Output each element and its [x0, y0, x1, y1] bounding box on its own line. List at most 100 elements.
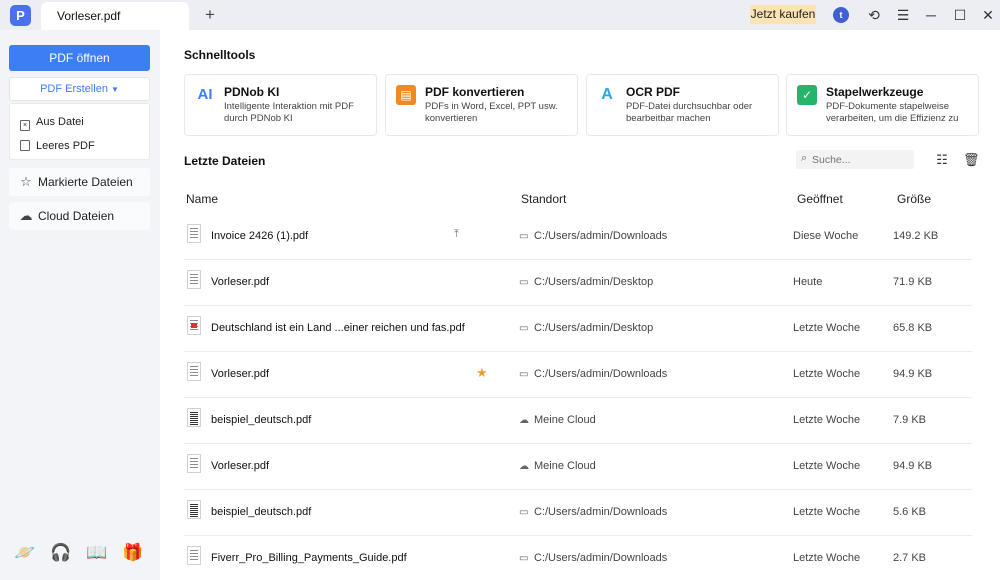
maximize-icon[interactable]: ☐ [950, 5, 970, 25]
file-size: 71.9 KB [893, 276, 933, 288]
blank-page-icon [20, 140, 30, 151]
file-size: 2.7 KB [893, 552, 927, 564]
sidebar-item-marked-files[interactable]: ☆ Markierte Dateien [9, 168, 150, 196]
caret-down-icon: ▼ [111, 85, 119, 94]
tool-card-pdnob-ki[interactable]: AI PDNob KI Intelligente Interaktion mit… [184, 74, 377, 136]
menu-item-blank-pdf[interactable]: Leeres PDF [20, 138, 95, 154]
table-row[interactable]: Vorleser.pdf ☁ Meine Cloud Letzte Woche 94.9… [184, 444, 972, 490]
tool-card-convert[interactable]: ▤ PDF konvertieren PDFs in Word, Excel, … [385, 74, 578, 136]
list-view-icon[interactable]: ☷ [934, 152, 950, 168]
cloud-icon: ☁ [519, 461, 529, 472]
file-location-text: Meine Cloud [534, 414, 596, 426]
file-name: Vorleser.pdf [211, 460, 270, 472]
column-header-location[interactable]: Standort [521, 192, 566, 206]
file-name: Vorleser.pdf [211, 368, 270, 380]
planet-icon[interactable]: 🪐 [14, 542, 36, 564]
new-tab-button[interactable]: + [201, 5, 219, 25]
tool-name: Stapelwerkzeuge [826, 85, 924, 99]
file-location-text: C:/Users/admin/Downloads [534, 552, 668, 564]
refresh-icon[interactable]: ⟲ [864, 5, 884, 25]
title-bar: P Vorleser.pdf + Jetzt kaufen t ⟲ ☰ ─ ☐ … [0, 0, 1000, 30]
pdf-file-icon [187, 408, 201, 427]
column-header-name[interactable]: Name [186, 192, 218, 206]
folder-icon: ▭ [519, 369, 529, 380]
create-pdf-label: PDF Erstellen [40, 83, 108, 95]
file-icon: × [20, 120, 30, 131]
pdnob-logo-icon[interactable]: P [10, 5, 31, 26]
search-input[interactable] [812, 152, 908, 167]
table-row[interactable]: beispiel_deutsch.pdf ☁ Meine Cloud Letzte W… [184, 398, 972, 444]
file-location-text: C:/Users/admin/Desktop [534, 322, 654, 334]
file-opened: Diese Woche [793, 230, 859, 242]
create-pdf-menu: × Aus Datei Leeres PDF [9, 103, 150, 160]
file-size: 7.9 KB [893, 414, 927, 426]
cloud-icon: ☁ [19, 208, 33, 223]
pin-icon[interactable]: ⤒ [454, 228, 459, 241]
create-pdf-dropdown[interactable]: PDF Erstellen ▼ [9, 77, 150, 101]
folder-icon: ▭ [519, 277, 529, 288]
file-opened: Letzte Woche [793, 552, 861, 564]
menu-item-from-file[interactable]: × Aus Datei [20, 114, 84, 131]
file-name: Invoice 2426 (1).pdf [211, 230, 309, 242]
file-location: ▭ C:/Users/admin/Downloads [519, 230, 667, 242]
table-row[interactable]: Vorleser.pdf ▭ C:/Users/admin/Desktop Heute… [184, 260, 972, 306]
gift-icon[interactable]: 🎁 [122, 542, 144, 564]
file-name: beispiel_deutsch.pdf [211, 506, 312, 518]
buy-now-button[interactable]: Jetzt kaufen [750, 5, 816, 24]
file-size: 149.2 KB [893, 230, 939, 242]
file-location: ▭ C:/Users/admin/Downloads [519, 368, 667, 380]
pdf-file-icon [187, 546, 201, 565]
file-size: 65.8 KB [893, 322, 933, 334]
menu-item-label: Leeres PDF [36, 140, 95, 152]
file-location: ☁ Meine Cloud [519, 414, 596, 426]
minimize-icon[interactable]: ─ [921, 5, 941, 25]
tool-desc: PDFs in Word, Excel, PPT usw. konvertier… [425, 101, 558, 124]
sidebar: PDF öffnen PDF Erstellen ▼ × Aus Datei Le… [0, 30, 160, 580]
tool-card-ocr[interactable]: A OCR PDF PDF-Datei durchsuchbar oder be… [586, 74, 779, 136]
file-opened: Letzte Woche [793, 506, 861, 518]
cloud-icon: ☁ [519, 415, 529, 426]
close-icon[interactable]: ✕ [978, 5, 998, 25]
tab-vorleser[interactable]: Vorleser.pdf [41, 2, 189, 30]
file-location-text: C:/Users/admin/Desktop [534, 276, 654, 288]
headset-icon[interactable]: 🎧 [50, 542, 72, 564]
column-header-opened[interactable]: Geöffnet [797, 192, 843, 206]
search-box: ⌕ [796, 150, 914, 169]
star-icon[interactable]: ★ [476, 365, 488, 381]
user-icon[interactable]: t [833, 7, 849, 23]
tool-card-batch[interactable]: ✓ Stapelwerkzeuge PDF-Dokumente stapelwe… [786, 74, 979, 136]
trash-icon[interactable]: 🗑 [963, 152, 980, 168]
tool-desc: PDF-Datei durchsuchbar oder bearbeitbar … [626, 101, 753, 124]
ai-icon: AI [197, 86, 213, 103]
table-row[interactable]: Deutschland ist ein Land ...einer reiche… [184, 306, 972, 352]
ocr-icon: A [601, 86, 613, 103]
file-name: Vorleser.pdf [211, 276, 270, 288]
tool-name: OCR PDF [626, 85, 680, 99]
file-location-text: C:/Users/admin/Downloads [534, 230, 668, 242]
tool-desc: Intelligente Interaktion mit PDF durch P… [224, 101, 354, 124]
sidebar-item-label: Cloud Dateien [38, 209, 115, 223]
file-opened: Letzte Woche [793, 460, 861, 472]
column-header-size[interactable]: Größe [897, 192, 931, 206]
sidebar-item-cloud-files[interactable]: ☁ Cloud Dateien [9, 202, 150, 230]
file-name: beispiel_deutsch.pdf [211, 414, 312, 426]
file-opened: Letzte Woche [793, 414, 861, 426]
convert-icon: ▤ [396, 85, 416, 105]
folder-icon: ▭ [519, 553, 529, 564]
pdf-file-icon [187, 270, 201, 289]
menu-icon[interactable]: ☰ [893, 5, 913, 25]
table-row[interactable]: Fiverr_Pro_Billing_Payments_Guide.pdf ▭ C:… [184, 536, 972, 580]
tool-name: PDNob KI [224, 85, 280, 99]
table-row[interactable]: Invoice 2426 (1).pdf ⤒ ▭ C:/Users/admin/Dow… [184, 214, 972, 260]
sidebar-item-label: Markierte Dateien [38, 175, 133, 189]
file-location: ▭ C:/Users/admin/Desktop [519, 322, 653, 334]
file-opened: Heute [793, 276, 823, 288]
file-location-text: C:/Users/admin/Downloads [534, 368, 668, 380]
file-location: ▭ C:/Users/admin/Downloads [519, 552, 667, 564]
book-icon[interactable]: 📖 [86, 542, 108, 564]
folder-icon: ▭ [519, 507, 529, 518]
table-row[interactable]: beispiel_deutsch.pdf ▭ C:/Users/admin/Down… [184, 490, 972, 536]
file-location: ▭ C:/Users/admin/Downloads [519, 506, 667, 518]
open-pdf-button[interactable]: PDF öffnen [9, 45, 150, 71]
table-row[interactable]: Vorleser.pdf ★ ▭ C:/Users/admin/Downloads Le… [184, 352, 972, 398]
